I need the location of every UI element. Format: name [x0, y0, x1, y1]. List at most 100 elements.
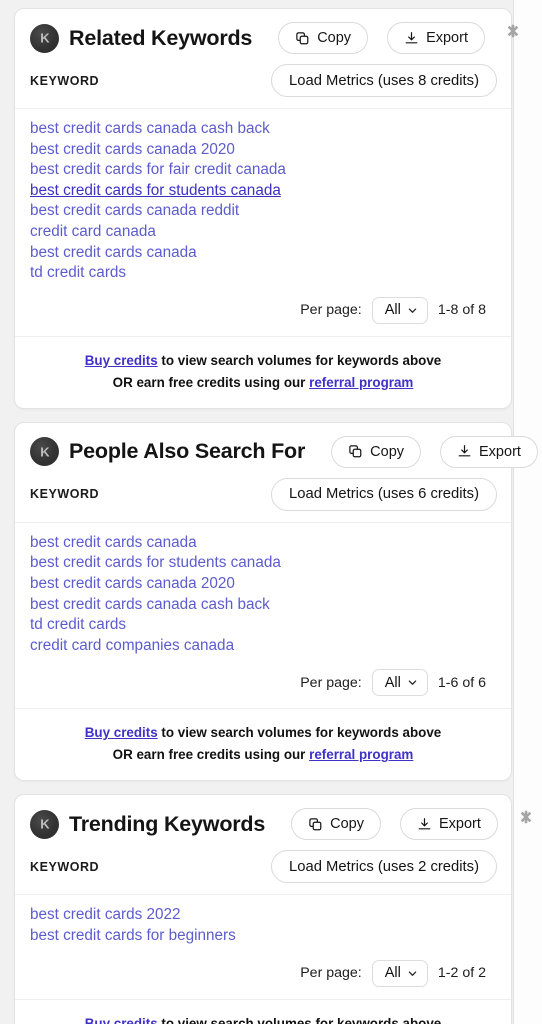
load-metrics-button[interactable]: Load Metrics (uses 6 credits) [271, 477, 497, 511]
brand-logo-icon: K [30, 437, 59, 467]
export-icon [457, 444, 472, 459]
footer-line-referral: OR earn free credits using our referral … [30, 744, 496, 766]
copy-button[interactable]: Copy [331, 435, 422, 468]
result-range: 1-8 of 8 [437, 302, 486, 319]
buy-credits-link[interactable]: Buy credits [85, 1016, 158, 1024]
footer-line-buy-credits: Buy credits to view search volumes for k… [30, 1013, 496, 1024]
card-header: K Trending Keywords Copy Export [15, 795, 531, 846]
keyword-list: best credit cards canada best credit card… [15, 523, 511, 661]
card-footer: Buy credits to view search volumes for k… [15, 998, 511, 1024]
keyword-cards-container: K Related Keywords Copy Export KEYWORD L… [0, 8, 542, 1024]
keyword-link[interactable]: best credit cards for fair credit canada [30, 160, 286, 181]
chevron-down-icon [407, 677, 418, 688]
card-footer: Buy credits to view search volumes for k… [15, 335, 511, 408]
buy-credits-text: to view search volumes for keywords abov… [157, 1015, 442, 1024]
per-page-select[interactable]: All [371, 959, 428, 987]
svg-text:K: K [40, 817, 50, 832]
card-header: K People Also Search For Copy Export [15, 423, 538, 474]
svg-text:K: K [40, 31, 50, 46]
copy-icon [348, 444, 363, 459]
keyword-link[interactable]: credit card companies canada [30, 636, 234, 657]
footer-line-buy-credits: Buy credits to view search volumes for k… [30, 722, 496, 744]
card-footer: Buy credits to view search volumes for k… [15, 708, 511, 780]
result-range: 1-2 of 2 [437, 965, 486, 981]
copy-button-label: Copy [317, 30, 352, 46]
export-button-label: Export [479, 443, 521, 460]
keyword-card-2: K People Also Search For Copy Export KEY… [14, 421, 538, 782]
pagination-row: Per page: All 1-8 of 8 [15, 288, 511, 336]
svg-text:K: K [40, 444, 50, 459]
buy-credits-text: to view search volumes for keywords abov… [157, 352, 442, 368]
per-page-label: Per page: [300, 674, 362, 691]
referral-text: OR earn free credits using our [112, 747, 310, 763]
copy-icon [295, 31, 310, 46]
export-icon [417, 817, 432, 832]
brand-logo-icon: K [30, 809, 59, 839]
keyword-link[interactable]: best credit cards for students canada [30, 553, 281, 574]
keyword-link[interactable]: best credit cards 2022 [30, 905, 181, 926]
result-range: 1-6 of 6 [437, 674, 486, 691]
keyword-list: best credit cards canada cash back best c… [15, 109, 511, 288]
keyword-link[interactable]: best credit cards canada 2020 [30, 574, 235, 595]
keyword-link[interactable]: best credit cards for beginners [30, 926, 236, 947]
pagination-row: Per page: All 1-2 of 2 [15, 951, 511, 999]
per-page-select[interactable]: All [371, 669, 428, 697]
export-button-label: Export [438, 816, 481, 833]
keyword-column-header: KEYWORD [30, 73, 100, 88]
keyword-link[interactable]: best credit cards canada cash back [30, 595, 270, 616]
copy-button-label: Copy [370, 443, 405, 460]
keyword-column-header: KEYWORD [30, 487, 100, 502]
brand-logo-icon: K [30, 23, 59, 53]
referral-program-link[interactable]: referral program [309, 747, 413, 762]
pagination-row: Per page: All 1-6 of 6 [15, 660, 511, 708]
card-header: K Related Keywords Copy Export [15, 9, 519, 60]
export-button-label: Export [426, 30, 468, 46]
keyword-list: best credit cards 2022 best credit cards … [15, 895, 511, 950]
footer-line-referral: OR earn free credits using our referral … [30, 372, 496, 394]
keyword-link[interactable]: best credit cards for students canada [30, 181, 281, 202]
per-page-value: All [384, 302, 401, 319]
export-icon [404, 31, 419, 46]
buy-credits-text: to view search volumes for keywords abov… [157, 725, 442, 741]
close-icon[interactable] [518, 809, 534, 825]
chevron-down-icon [407, 305, 418, 316]
keyword-link[interactable]: best credit cards canada 2020 [30, 140, 235, 161]
keyword-link[interactable]: best credit cards canada [30, 533, 197, 554]
copy-button-label: Copy [330, 816, 364, 833]
footer-line-buy-credits: Buy credits to view search volumes for k… [30, 350, 496, 372]
card-title: Trending Keywords [69, 811, 266, 836]
referral-program-link[interactable]: referral program [309, 375, 413, 390]
load-metrics-button[interactable]: Load Metrics (uses 2 credits) [271, 850, 497, 884]
keyword-card-1: K Related Keywords Copy Export KEYWORD L… [14, 8, 519, 409]
keyword-column-header: KEYWORD [30, 859, 100, 874]
keyword-link[interactable]: best credit cards canada cash back [30, 119, 270, 140]
per-page-value: All [384, 965, 401, 981]
keyword-card-3: K Trending Keywords Copy Export KEYWORD … [14, 794, 531, 1024]
buy-credits-link[interactable]: Buy credits [85, 353, 158, 368]
keyword-link[interactable]: credit card canada [30, 222, 156, 243]
keyword-link[interactable]: best credit cards canada [30, 243, 197, 264]
per-page-label: Per page: [300, 302, 362, 319]
keyword-link[interactable]: td credit cards [30, 263, 126, 284]
chevron-down-icon [407, 968, 418, 979]
per-page-select[interactable]: All [371, 296, 428, 324]
export-button[interactable]: Export [387, 22, 485, 54]
load-metrics-button[interactable]: Load Metrics (uses 8 credits) [271, 64, 497, 97]
column-header-row: KEYWORD Load Metrics (uses 2 credits) [15, 846, 511, 896]
close-icon[interactable] [505, 23, 521, 39]
buy-credits-link[interactable]: Buy credits [85, 725, 158, 740]
referral-text: OR earn free credits using our [112, 374, 310, 390]
card-title: People Also Search For [69, 439, 306, 464]
copy-icon [308, 817, 323, 832]
export-button[interactable]: Export [399, 808, 498, 841]
page-root: K Related Keywords Copy Export KEYWORD L… [0, 0, 542, 1024]
column-header-row: KEYWORD Load Metrics (uses 6 credits) [15, 474, 511, 523]
card-title: Related Keywords [69, 25, 253, 50]
keyword-link[interactable]: best credit cards canada reddit [30, 201, 239, 222]
export-button[interactable]: Export [440, 435, 538, 468]
copy-button[interactable]: Copy [278, 22, 369, 54]
keyword-link[interactable]: td credit cards [30, 615, 126, 636]
copy-button[interactable]: Copy [291, 808, 381, 841]
per-page-label: Per page: [300, 965, 362, 981]
per-page-value: All [384, 674, 401, 691]
